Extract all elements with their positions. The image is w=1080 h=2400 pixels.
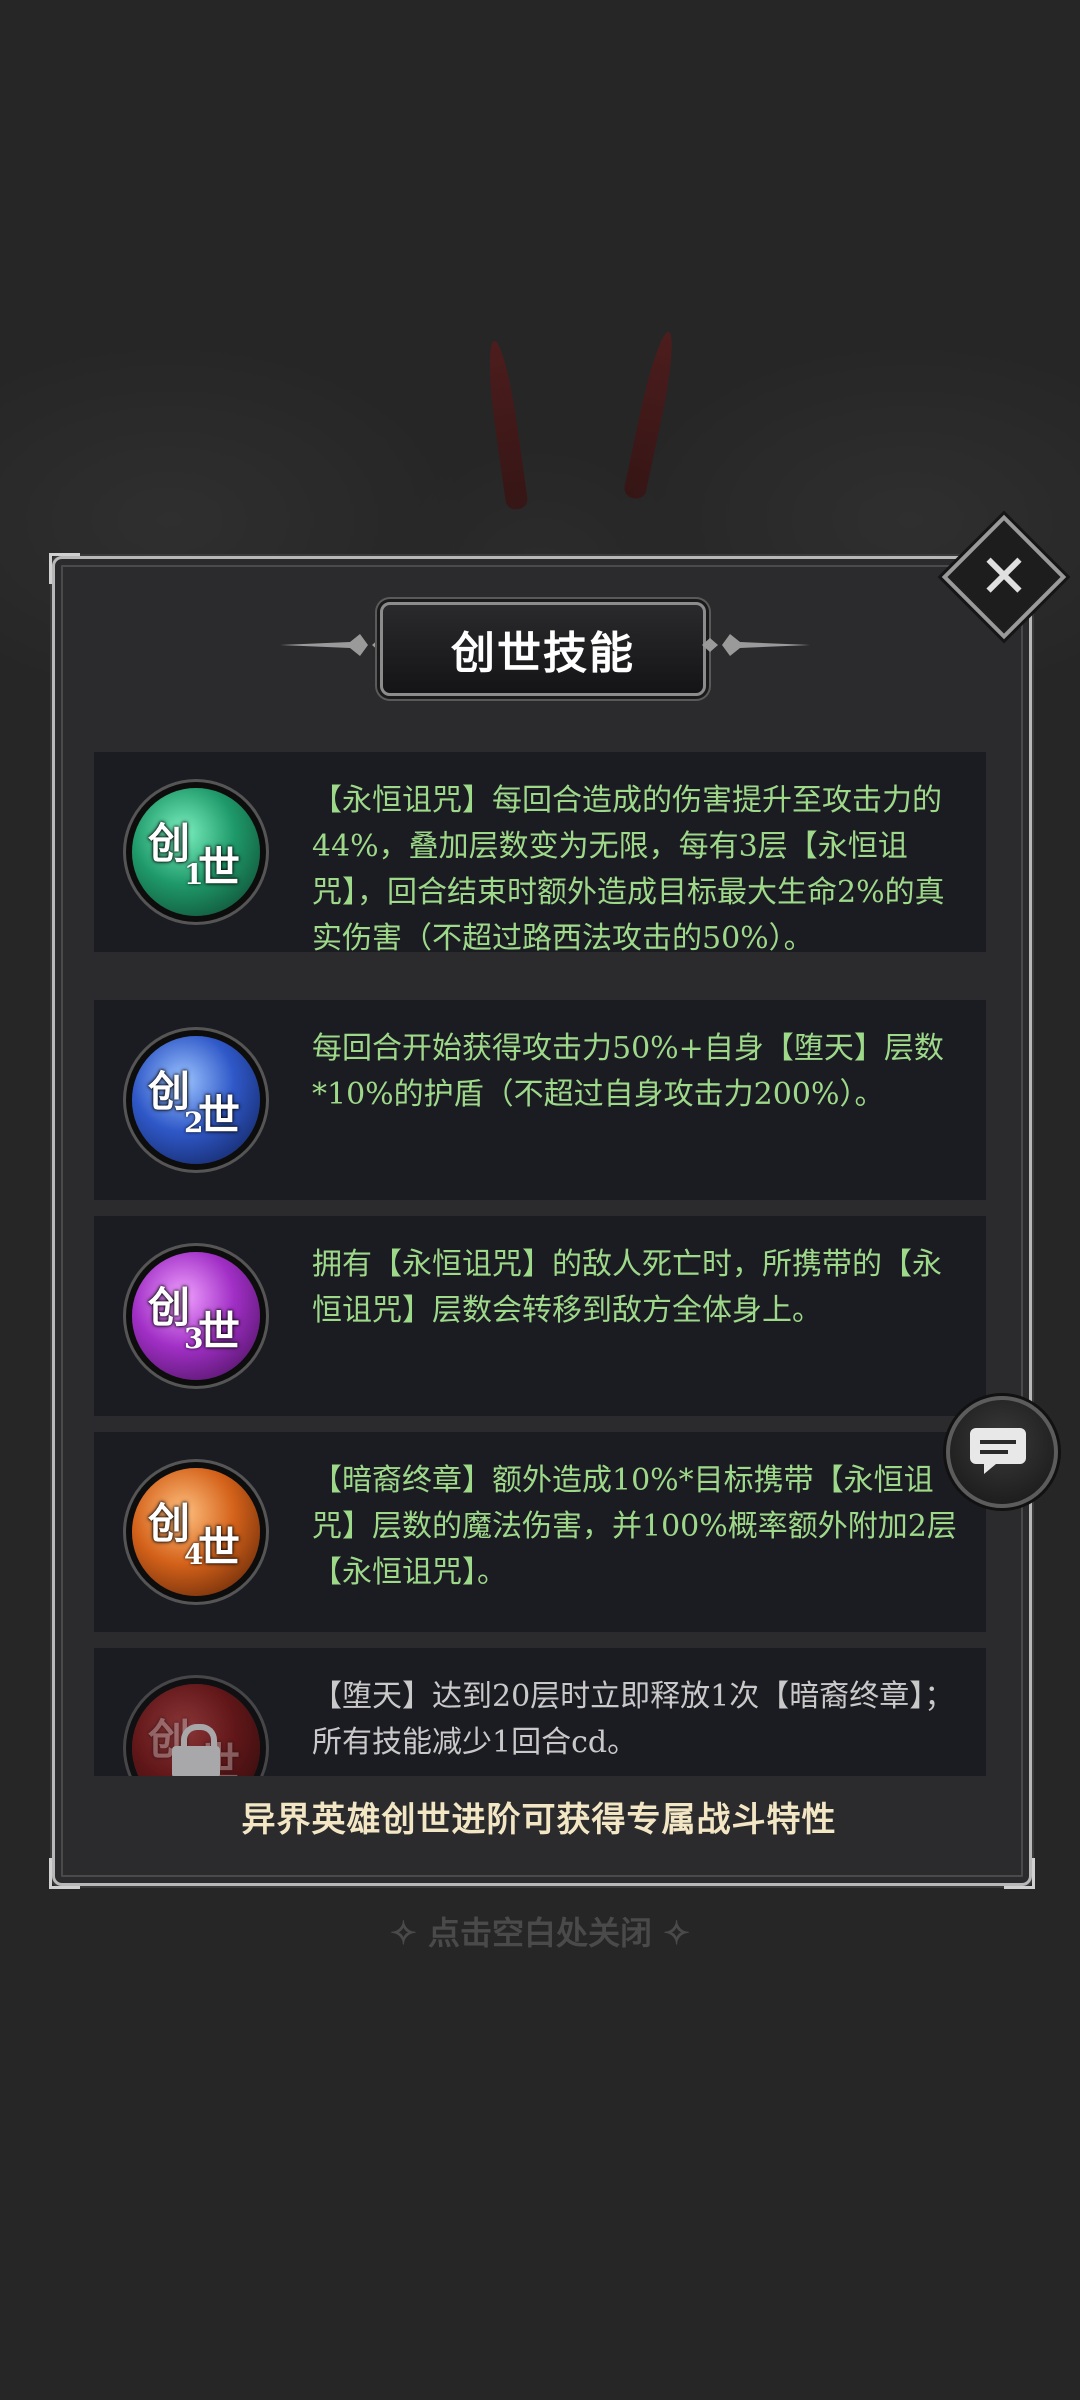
skill-description: 每回合开始获得攻击力50%+自身【堕天】层数*10%的护盾（不超过自身攻击力20… [312,1031,944,1112]
dialog-footer-note: 异界英雄创世进阶可获得专属战斗特性 [241,1800,837,1840]
badge-level: 2 [184,1106,204,1139]
lock-icon [172,1724,220,1776]
tap-blank-to-close-hint[interactable]: ✧ 点击空白处关闭 ✧ [0,1908,1080,1954]
badge-char-bottom: 世 [198,1091,241,1140]
chat-bubble-icon[interactable] [946,1396,1050,1500]
skill-row-3[interactable]: 创 世 3 拥有【永恒诅咒】的敌人死亡时，所携带的【永恒诅咒】层数会转移到敌方全… [94,1216,986,1416]
corner-ornament [1004,1858,1035,1889]
skill-badge-1: 创 世 1 [132,788,260,916]
skill-badge-5: 创 世 [132,1684,260,1776]
badge-level: 4 [184,1538,204,1571]
skill-row-2[interactable]: 创 世 2 每回合开始获得攻击力50%+自身【堕天】层数*10%的护盾（不超过自… [94,1000,986,1200]
dialog-title: 创世技能 [451,628,635,679]
skill-description: 【堕天】达到20层时立即释放1次【暗裔终章】；所有技能减少1回合cd。 [312,1679,955,1760]
badge-char-bottom: 世 [198,843,241,892]
badge-level: 1 [184,858,204,891]
skill-badge-4: 创 世 4 [132,1468,260,1596]
skill-list[interactable]: 创 世 1 【永恒诅咒】每回合造成的伤害提升至攻击力的44%，叠加层数变为无限，… [94,752,986,1776]
close-icon[interactable]: ✕ [964,537,1044,617]
skill-description: 拥有【永恒诅咒】的敌人死亡时，所携带的【永恒诅咒】层数会转移到敌方全体身上。 [312,1247,942,1328]
corner-ornament [49,553,80,584]
badge-char-bottom: 世 [198,1307,241,1356]
title-ornament-right [702,634,810,656]
skill-description: 【永恒诅咒】每回合造成的伤害提升至攻击力的44%，叠加层数变为无限，每有3层【永… [312,783,945,956]
dialog-title-plate: 创世技能 [380,602,706,696]
skill-badge-3: 创 世 3 [132,1252,260,1380]
corner-ornament [49,1858,80,1889]
skill-row-1[interactable]: 创 世 1 【永恒诅咒】每回合造成的伤害提升至攻击力的44%，叠加层数变为无限，… [94,752,986,956]
badge-level: 3 [184,1322,204,1355]
skill-badge-2: 创 世 2 [132,1036,260,1164]
skill-row-5[interactable]: 创 世 【堕天】达到20层时立即释放1次【暗裔终章】；所有技能减少1回合cd。 [94,1648,986,1776]
chat-button[interactable] [946,1396,1058,1508]
skill-description: 【暗裔终章】额外造成10%*目标携带【永恒诅咒】层数的魔法伤害，并100%概率额… [312,1463,957,1590]
skill-row-4[interactable]: 创 世 4 【暗裔终章】额外造成10%*目标携带【永恒诅咒】层数的魔法伤害，并1… [94,1432,986,1632]
title-ornament-left [280,634,388,656]
badge-char-bottom: 世 [198,1523,241,1572]
